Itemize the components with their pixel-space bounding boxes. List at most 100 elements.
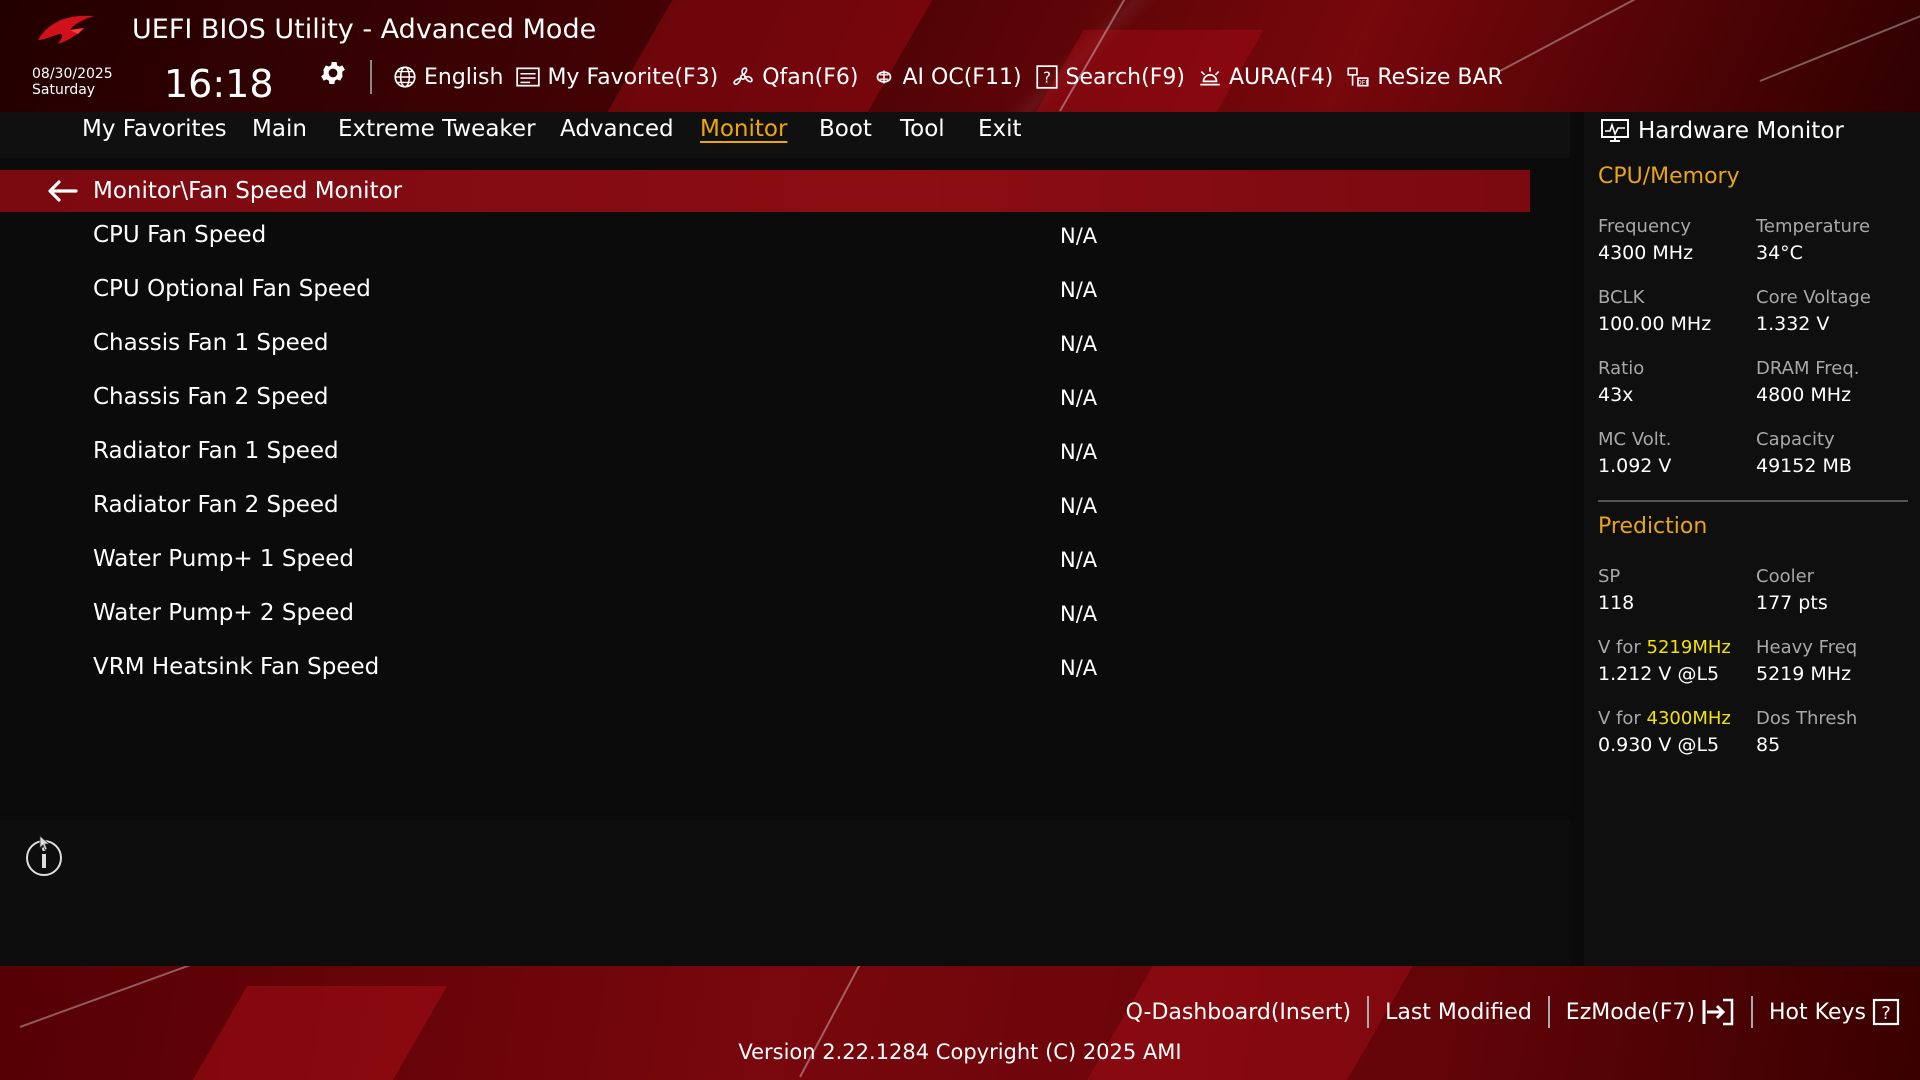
favorite-list-icon — [516, 67, 541, 87]
toolbar: English My Favorite(F3) Qfan(F6) AI OC(F… — [392, 60, 1515, 94]
heavy-freq-label: Heavy Freq — [1756, 637, 1858, 658]
v-for-2-frequency: 4300MHz — [1646, 708, 1731, 729]
breadcrumb[interactable]: Monitor\Fan Speed Monitor — [0, 170, 1530, 212]
tab-exit[interactable]: Exit — [978, 116, 1022, 142]
language-button[interactable]: English — [392, 64, 503, 90]
fan-speed-value: N/A — [1060, 440, 1098, 464]
fan-speed-row[interactable]: Water Pump+ 1 Speed N/A — [0, 540, 1530, 594]
cooler-value: 177 pts — [1756, 592, 1828, 614]
frequency-value: 4300 MHz — [1598, 242, 1694, 264]
footer-separator — [1751, 996, 1754, 1028]
fan-speed-value: N/A — [1060, 494, 1098, 518]
aura-button[interactable]: AURA(F4) — [1197, 64, 1333, 90]
footer-links: Q-Dashboard(Insert) Last Modified EzMode… — [1126, 996, 1900, 1028]
fan-speed-value: N/A — [1060, 548, 1098, 572]
day-text: Saturday — [32, 82, 96, 98]
search-button[interactable]: ? Search(F9) — [1034, 64, 1185, 90]
mc-volt-label: MC Volt. — [1598, 429, 1672, 450]
version-copyright: Version 2.22.1284 Copyright (C) 2025 AMI — [738, 1040, 1182, 1064]
tab-monitor[interactable]: Monitor — [700, 116, 787, 142]
breadcrumb-path: Monitor\Fan Speed Monitor — [93, 178, 403, 204]
back-arrow-icon[interactable] — [46, 179, 78, 203]
qfan-label: Qfan(F6) — [762, 64, 859, 90]
tab-boot[interactable]: Boot — [819, 116, 872, 142]
sp-value: 118 — [1598, 592, 1635, 614]
gear-icon[interactable] — [318, 58, 348, 88]
fan-speed-row[interactable]: Chassis Fan 2 Speed N/A — [0, 378, 1530, 432]
fan-speed-row[interactable]: Radiator Fan 1 Speed N/A — [0, 432, 1530, 486]
sp-label: SP — [1598, 566, 1621, 587]
fan-speed-row[interactable]: Radiator Fan 2 Speed N/A — [0, 486, 1530, 540]
resize-bar-icon: OFF — [1347, 67, 1370, 87]
clock-display[interactable]: 16:18 — [164, 62, 274, 106]
ai-oc-button[interactable]: AI OC(F11) — [871, 64, 1022, 90]
v-for-1-label: V for 5219MHz — [1598, 637, 1731, 658]
ratio-label: Ratio — [1598, 358, 1645, 379]
svg-text:?: ? — [1881, 1003, 1891, 1024]
fan-speed-row[interactable]: Water Pump+ 2 Speed N/A — [0, 594, 1530, 648]
cooler-label: Cooler — [1756, 566, 1815, 587]
q-dashboard-button[interactable]: Q-Dashboard(Insert) — [1126, 1000, 1352, 1025]
date-display: 08/30/2025 Saturday — [32, 66, 113, 98]
fan-speed-label: Chassis Fan 2 Speed — [93, 384, 329, 410]
svg-text:OFF: OFF — [1357, 79, 1370, 87]
frequency-label: Frequency — [1598, 216, 1691, 237]
tab-tool[interactable]: Tool — [900, 116, 945, 142]
search-label: Search(F9) — [1065, 64, 1185, 90]
hot-keys-label: Hot Keys — [1769, 999, 1866, 1025]
fan-speed-row[interactable]: VRM Heatsink Fan Speed N/A — [0, 648, 1530, 702]
heavy-freq-value: 5219 MHz — [1756, 663, 1852, 685]
language-label: English — [424, 64, 504, 90]
tab-my-favorites[interactable]: My Favorites — [82, 116, 227, 142]
ezmode-button[interactable]: EzMode(F7) — [1566, 998, 1735, 1026]
bclk-value: 100.00 MHz — [1598, 313, 1712, 335]
header-bar: UEFI BIOS Utility - Advanced Mode 08/30/… — [0, 0, 1920, 112]
footer-decor-block — [192, 986, 448, 1080]
hot-keys-button[interactable]: Hot Keys ? — [1769, 998, 1900, 1026]
aura-label: AURA(F4) — [1228, 64, 1334, 90]
ai-oc-label: AI OC(F11) — [902, 64, 1022, 90]
dram-freq-label: DRAM Freq. — [1756, 358, 1860, 379]
ezmode-label: EzMode(F7) — [1565, 999, 1696, 1025]
aura-light-icon — [1200, 67, 1220, 86]
exit-to-ezmode-icon — [1702, 998, 1734, 1026]
monitor-icon — [1601, 119, 1629, 142]
v-for-2-label: V for 4300MHz — [1598, 708, 1731, 729]
last-modified-button[interactable]: Last Modified — [1385, 1000, 1532, 1025]
tab-extreme-tweaker[interactable]: Extreme Tweaker — [338, 116, 536, 142]
temperature-value: 34°C — [1756, 242, 1803, 264]
v-for-1-value: 1.212 V @L5 — [1598, 663, 1720, 685]
fan-speed-label: Water Pump+ 2 Speed — [93, 600, 354, 626]
fan-speed-label: CPU Optional Fan Speed — [93, 276, 371, 302]
fan-icon — [733, 67, 753, 85]
fan-speed-label: Water Pump+ 1 Speed — [93, 546, 354, 572]
fan-speed-value: N/A — [1060, 656, 1098, 680]
fan-speed-row[interactable]: CPU Fan Speed N/A — [0, 216, 1530, 270]
my-favorite-button[interactable]: My Favorite(F3) — [515, 64, 718, 90]
fan-speed-label: VRM Heatsink Fan Speed — [93, 654, 380, 680]
ai-chip-icon — [876, 70, 891, 84]
resize-bar-label: ReSize BAR — [1377, 64, 1503, 90]
ratio-value: 43x — [1598, 384, 1634, 406]
fan-speed-row[interactable]: Chassis Fan 1 Speed N/A — [0, 324, 1530, 378]
fan-speed-value: N/A — [1060, 224, 1098, 248]
fan-speed-label: Radiator Fan 1 Speed — [93, 438, 339, 464]
tab-main[interactable]: Main — [252, 116, 307, 142]
fan-speed-value: N/A — [1060, 278, 1098, 302]
core-voltage-value: 1.332 V — [1756, 313, 1830, 335]
help-search-icon: ? — [1035, 65, 1058, 89]
dram-freq-value: 4800 MHz — [1756, 384, 1852, 406]
dos-thresh-value: 85 — [1756, 734, 1781, 756]
resize-bar-button[interactable]: OFF ReSize BAR — [1345, 64, 1503, 90]
v-for-prefix: V for — [1598, 637, 1641, 658]
footer-separator — [1367, 996, 1370, 1028]
qfan-button[interactable]: Qfan(F6) — [730, 64, 859, 90]
tab-advanced[interactable]: Advanced — [560, 116, 674, 142]
v-for-prefix: V for — [1598, 708, 1641, 729]
fan-speed-label: Radiator Fan 2 Speed — [93, 492, 339, 518]
footer-separator — [1547, 996, 1550, 1028]
dos-thresh-label: Dos Thresh — [1756, 708, 1858, 729]
footer-bar: Q-Dashboard(Insert) Last Modified EzMode… — [0, 966, 1920, 1080]
fan-speed-row[interactable]: CPU Optional Fan Speed N/A — [0, 270, 1530, 324]
cpu-memory-section-title: CPU/Memory — [1598, 164, 1740, 189]
